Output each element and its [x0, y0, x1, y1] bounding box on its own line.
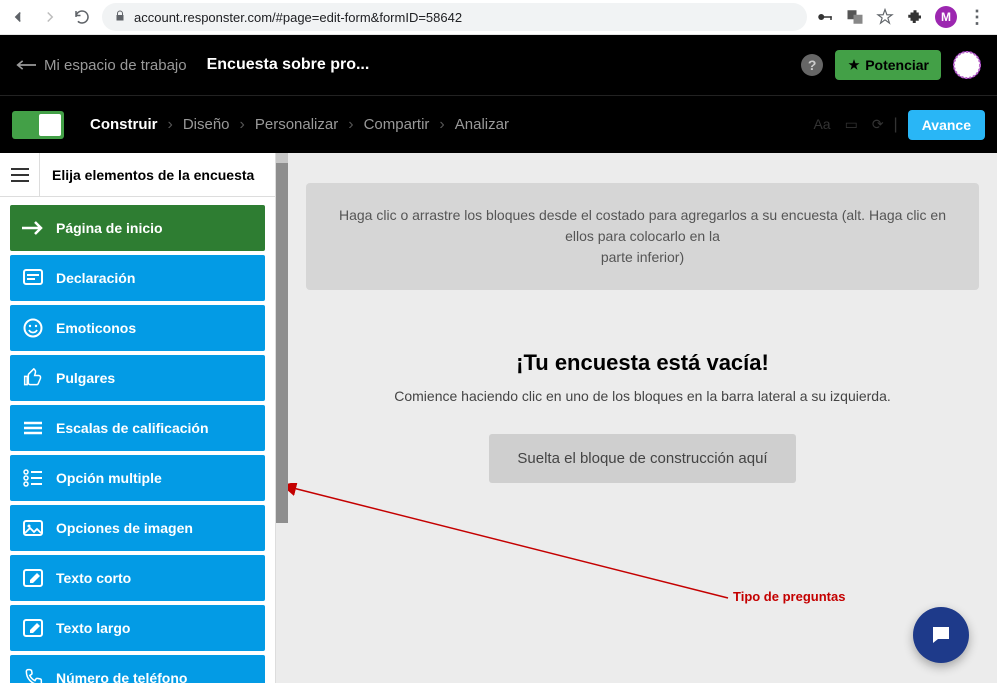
user-avatar[interactable]	[953, 51, 981, 79]
annotation-label: Tipo de preguntas	[733, 589, 845, 604]
phone-icon	[22, 667, 44, 683]
element-texto-corto[interactable]: Texto corto	[10, 555, 265, 601]
annotation-arrow	[288, 483, 738, 623]
survey-canvas: Haga clic o arrastre los bloques desde e…	[288, 153, 997, 683]
step-compartir[interactable]: Compartir	[356, 116, 438, 133]
url-text: account.responster.com/#page=edit-form&f…	[134, 10, 462, 25]
avance-button[interactable]: Avance	[908, 110, 985, 140]
url-bar[interactable]: account.responster.com/#page=edit-form&f…	[102, 3, 807, 31]
element-label: Número de teléfono	[56, 670, 187, 683]
scale-icon	[22, 417, 44, 439]
element-emoticonos[interactable]: Emoticonos	[10, 305, 265, 351]
back-to-workspace[interactable]: Mi espacio de trabajo	[16, 57, 187, 74]
element-label: Texto corto	[56, 570, 131, 586]
element-texto-largo[interactable]: Texto largo	[10, 605, 265, 651]
thumb-icon	[22, 367, 44, 389]
multiple-choice-icon	[22, 467, 44, 489]
hint-text-1: Haga clic o arrastre los bloques desde e…	[336, 205, 949, 247]
sidebar-title: Elija elementos de la encuesta	[40, 167, 254, 183]
toggle-switch[interactable]	[12, 111, 64, 139]
browser-toolbar: account.responster.com/#page=edit-form&f…	[0, 0, 997, 35]
element-label: Pulgares	[56, 370, 115, 386]
arrow-right-icon	[22, 217, 44, 239]
element-label: Opciones de imagen	[56, 520, 193, 536]
sidebar-collapse-button[interactable]	[0, 153, 40, 196]
statement-icon	[22, 267, 44, 289]
image-icon	[22, 517, 44, 539]
browser-forward-button[interactable]	[38, 5, 62, 29]
element-opcion-multiple[interactable]: Opción multiple	[10, 455, 265, 501]
survey-title: Encuesta sobre pro...	[207, 56, 370, 74]
app-header: Mi espacio de trabajo Encuesta sobre pro…	[0, 35, 997, 153]
chevron-icon: ›	[346, 116, 355, 134]
step-personalizar[interactable]: Personalizar	[247, 116, 346, 133]
profile-avatar[interactable]: M	[935, 6, 957, 28]
element-label: Emoticonos	[56, 320, 136, 336]
star-icon[interactable]	[875, 7, 895, 27]
element-pulgares[interactable]: Pulgares	[10, 355, 265, 401]
translate-icon[interactable]	[845, 7, 865, 27]
back-label: Mi espacio de trabajo	[44, 57, 187, 74]
step-construir[interactable]: Construir	[82, 116, 166, 133]
chat-fab[interactable]	[913, 607, 969, 663]
element-label: Texto largo	[56, 620, 130, 636]
step-diseno[interactable]: Diseño	[175, 116, 238, 133]
long-text-icon	[22, 617, 44, 639]
browser-back-button[interactable]	[6, 5, 30, 29]
element-label: Opción multiple	[56, 470, 162, 486]
browser-menu-icon[interactable]: ⋮	[967, 7, 987, 27]
element-label: Declaración	[56, 270, 135, 286]
elements-sidebar: Elija elementos de la encuesta Página de…	[0, 153, 276, 683]
element-label: Escalas de calificación	[56, 420, 209, 436]
faded-action-icons: Aa▭⟳	[813, 116, 883, 133]
element-numero-telefono[interactable]: Número de teléfono	[10, 655, 265, 683]
browser-reload-button[interactable]	[70, 5, 94, 29]
potenciar-button[interactable]: Potenciar	[835, 50, 941, 80]
extensions-icon[interactable]	[905, 7, 925, 27]
chevron-icon: ›	[437, 116, 446, 134]
short-text-icon	[22, 567, 44, 589]
element-label: Página de inicio	[56, 220, 163, 236]
element-declaracion[interactable]: Declaración	[10, 255, 265, 301]
empty-title: ¡Tu encuesta está vacía!	[306, 350, 979, 376]
help-button[interactable]: ?	[801, 54, 823, 76]
element-escalas[interactable]: Escalas de calificación	[10, 405, 265, 451]
chevron-icon: ›	[166, 116, 175, 134]
empty-subtitle: Comience haciendo clic en uno de los blo…	[306, 388, 979, 404]
chevron-icon: ›	[238, 116, 247, 134]
lock-icon	[114, 10, 126, 25]
drop-zone-button[interactable]: Suelta el bloque de construcción aquí	[489, 434, 795, 483]
element-pagina-de-inicio[interactable]: Página de inicio	[10, 205, 265, 251]
hint-text-2: parte inferior)	[336, 247, 949, 268]
key-icon[interactable]	[815, 7, 835, 27]
step-analizar[interactable]: Analizar	[447, 116, 517, 133]
element-opciones-imagen[interactable]: Opciones de imagen	[10, 505, 265, 551]
smiley-icon	[22, 317, 44, 339]
sidebar-scrollbar[interactable]	[276, 153, 288, 683]
drag-hint-box: Haga clic o arrastre los bloques desde e…	[306, 183, 979, 290]
